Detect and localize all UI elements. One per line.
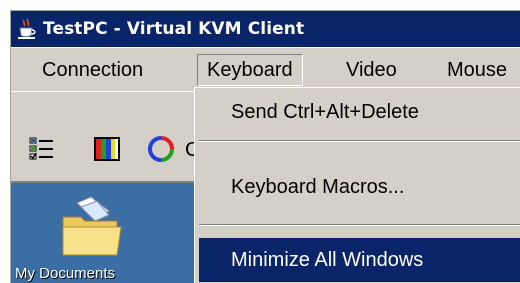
my-documents-folder-icon[interactable] xyxy=(51,193,131,263)
menu-connection[interactable]: Connection xyxy=(33,54,152,86)
refresh-video-icon[interactable] xyxy=(145,134,177,164)
menu-keyboard[interactable]: Keyboard xyxy=(197,54,303,86)
menu-mouse[interactable]: Mouse xyxy=(438,54,516,86)
keyboard-menu-dropdown: Send Ctrl+Alt+Delete Keyboard Macros... … xyxy=(194,87,520,283)
menu-bar: Connection Keyboard Video Mouse xyxy=(11,47,520,91)
kvm-client-window: TestPC - Virtual KVM Client Connection K… xyxy=(10,10,520,283)
menu-video[interactable]: Video xyxy=(337,54,406,86)
menu-item-minimize-all-windows[interactable]: Minimize All Windows xyxy=(199,238,520,282)
menu-separator xyxy=(199,140,520,142)
menu-item-keyboard-macros[interactable]: Keyboard Macros... xyxy=(199,165,520,209)
menu-item-send-ctrl-alt-delete[interactable]: Send Ctrl+Alt+Delete xyxy=(199,90,520,134)
window-title: TestPC - Virtual KVM Client xyxy=(43,19,305,39)
menu-separator xyxy=(199,224,520,226)
my-documents-label: My Documents xyxy=(15,265,116,282)
java-cup-icon xyxy=(18,18,36,39)
properties-list-icon[interactable] xyxy=(27,134,59,164)
title-bar[interactable]: TestPC - Virtual KVM Client xyxy=(11,11,520,47)
color-palette-icon[interactable] xyxy=(91,134,123,164)
